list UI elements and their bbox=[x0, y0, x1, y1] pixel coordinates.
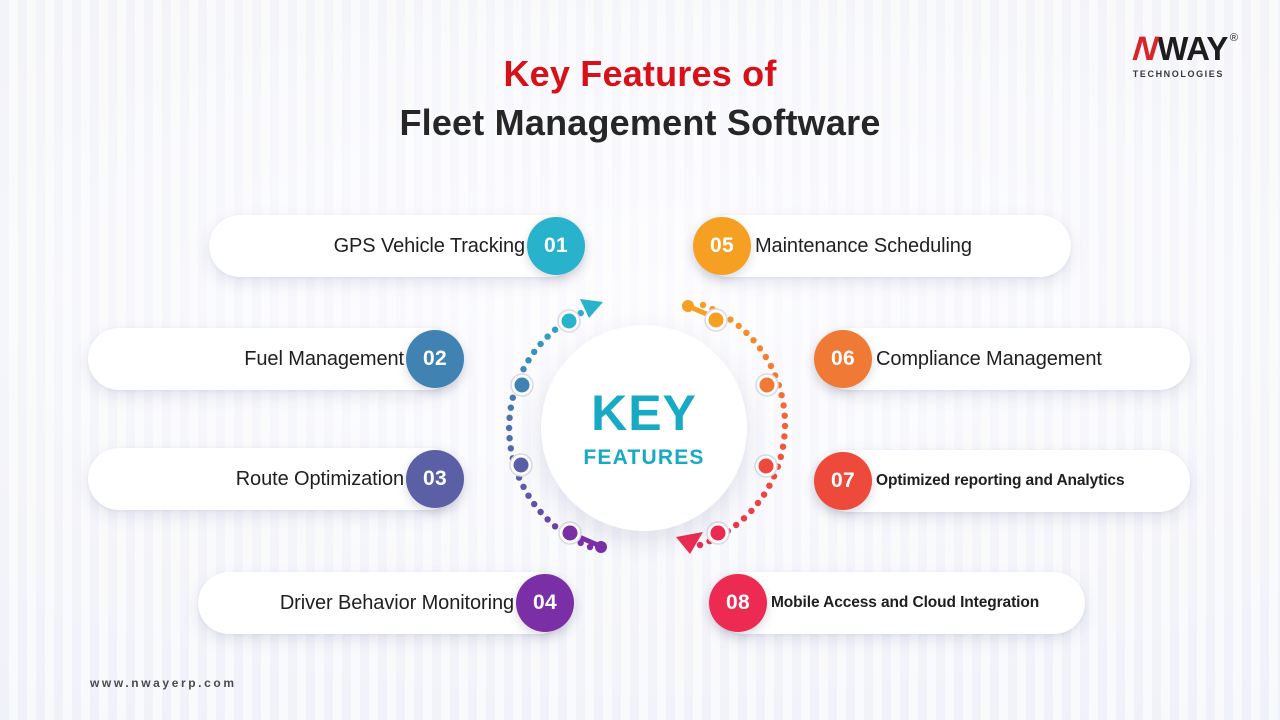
feature-number-03: 03 bbox=[406, 450, 464, 508]
logo-letter-n: N bbox=[1130, 30, 1159, 68]
feature-card-01[interactable]: GPS Vehicle Tracking 01 bbox=[209, 215, 585, 277]
feature-card-04[interactable]: Driver Behavior Monitoring 04 bbox=[198, 572, 574, 634]
feature-number-08: 08 bbox=[709, 574, 767, 632]
feature-number-04: 04 bbox=[516, 574, 574, 632]
footer-website-url[interactable]: www.nwayerp.com bbox=[90, 676, 237, 690]
feature-label-01: GPS Vehicle Tracking bbox=[333, 234, 526, 257]
feature-label-04: Driver Behavior Monitoring bbox=[279, 591, 514, 614]
logo-wordmark: N WAY ® bbox=[1088, 30, 1238, 68]
feature-label-02: Fuel Management bbox=[244, 347, 404, 370]
left-arrow-icon bbox=[580, 299, 603, 318]
feature-card-02[interactable]: Fuel Management 02 bbox=[88, 328, 464, 390]
feature-number-02: 02 bbox=[406, 330, 464, 388]
feature-card-06[interactable]: 06 Compliance Management bbox=[814, 328, 1190, 390]
feature-label-05: Maintenance Scheduling bbox=[755, 234, 972, 257]
center-title: KEY bbox=[591, 385, 697, 441]
logo-tagline: TECHNOLOGIES bbox=[1132, 69, 1224, 79]
feature-card-07[interactable]: 07 Optimized reporting and Analytics bbox=[814, 450, 1190, 512]
feature-label-07: Optimized reporting and Analytics bbox=[876, 472, 1125, 489]
nway-logo: N WAY ® TECHNOLOGIES bbox=[1088, 30, 1238, 88]
feature-label-08: Mobile Access and Cloud Integration bbox=[771, 594, 1040, 611]
center-badge: KEY FEATURES bbox=[541, 325, 747, 531]
registered-trademark-icon: ® bbox=[1229, 32, 1238, 44]
infographic-canvas: N WAY ® TECHNOLOGIES Key Features of Fle… bbox=[0, 0, 1280, 720]
feature-card-03[interactable]: Route Optimization 03 bbox=[88, 448, 464, 510]
feature-label-06: Compliance Management bbox=[876, 347, 1102, 370]
feature-number-06: 06 bbox=[814, 330, 872, 388]
right-arrow-icon bbox=[676, 532, 703, 554]
center-subtitle: FEATURES bbox=[583, 446, 705, 469]
title-line-2: Fleet Management Software bbox=[399, 101, 881, 143]
feature-number-05: 05 bbox=[693, 217, 751, 275]
feature-card-08[interactable]: 08 Mobile Access and Cloud Integration bbox=[709, 572, 1085, 634]
logo-text-way: WAY bbox=[1157, 30, 1228, 67]
feature-label-03: Route Optimization bbox=[235, 467, 404, 490]
feature-number-01: 01 bbox=[527, 217, 585, 275]
feature-card-05[interactable]: 05 Maintenance Scheduling bbox=[693, 215, 1071, 277]
feature-number-07: 07 bbox=[814, 452, 872, 510]
